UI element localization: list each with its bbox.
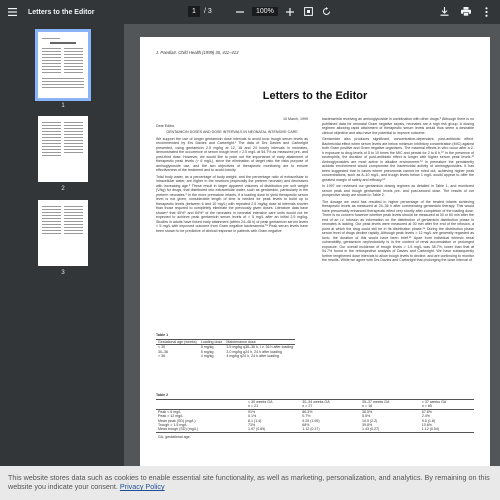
letter-heading: GENTAMICIN DOSES AND DOSE INTERVALS IN N… — [166, 130, 298, 134]
rotate-icon[interactable] — [321, 6, 332, 17]
table-header: > 37 weeks GA n = 65 — [419, 399, 474, 410]
salutation: Dear Editor, — [156, 123, 175, 128]
page-thumbnail-3[interactable] — [38, 200, 88, 266]
document-viewer[interactable]: J. Paediatr. Child Health (1999) 35, 411… — [124, 24, 500, 466]
table-cell: > 36 — [158, 354, 166, 359]
fit-page-icon[interactable] — [303, 6, 314, 17]
paragraph: Total body water, as a percentage of bod… — [156, 174, 308, 233]
paragraph: bacteraemia receiving an aminoglycoside … — [322, 117, 474, 135]
table-2: Table 2 < 30 weeks GA n = 21 30–34 weeks… — [156, 393, 474, 440]
thumbnail-sidebar: 1 2 3 — [0, 24, 124, 466]
paragraph: Gentamicin also produces significant, co… — [322, 137, 474, 182]
zoom-in-icon[interactable] — [285, 6, 296, 17]
article-title: Letters to the Editor — [262, 90, 368, 102]
left-column: 10 March, 1999 Dear Editor, GENTAMICIN D… — [156, 117, 308, 235]
table-row: > 36 4 mg/kg 4 mg/kg q24 h, 24 h after l… — [156, 354, 295, 358]
more-options-icon[interactable] — [481, 6, 492, 17]
document-title: Letters to the Editor — [28, 8, 95, 16]
total-pages: / 3 — [204, 8, 212, 15]
table-1: Table 1 Gestational age (weeks) Loading … — [156, 333, 308, 359]
table-cell: 4 mg/kg — [200, 354, 214, 359]
table-header: 35–37 weeks GA n = 18 — [359, 399, 420, 410]
cookie-text: This website stores data such as cookies… — [8, 473, 490, 491]
page-thumbnail-1[interactable] — [35, 29, 91, 101]
thumbnail-label-1: 1 — [61, 103, 65, 109]
menu-icon[interactable] — [0, 0, 24, 24]
thumbnail-label-3: 3 — [61, 270, 65, 276]
page-thumbnail-2[interactable] — [38, 116, 88, 182]
table-cell: 4 mg/kg q24 h, 24 h after loading — [226, 354, 279, 359]
journal-reference: J. Paediatr. Child Health (1999) 35, 411… — [156, 50, 239, 55]
right-column: bacteraemia receiving an aminoglycoside … — [322, 117, 474, 265]
zoom-out-icon[interactable] — [234, 6, 245, 17]
letter-date: 10 March, 1999 — [283, 117, 308, 121]
thumbnail-label-2: 2 — [61, 186, 65, 192]
pdf-toolbar: Letters to the Editor 1 / 3 100% — [0, 0, 500, 24]
table-header: Loading dose — [198, 338, 225, 345]
right-controls — [439, 6, 492, 17]
table-header: < 30 weeks GA n = 21 — [246, 399, 301, 410]
table-caption: Table 1 — [156, 333, 169, 337]
zoom-control: 100% — [234, 6, 332, 17]
page-number-input[interactable]: 1 — [188, 6, 200, 17]
privacy-policy-link[interactable]: Privacy Policy — [120, 482, 165, 491]
zoom-level[interactable]: 100% — [252, 7, 278, 16]
table-header: Gestational age (weeks) — [156, 338, 199, 345]
paragraph: In 1997 we reviewed our gentamicin dosin… — [322, 184, 474, 197]
print-icon[interactable] — [460, 6, 471, 17]
table-header — [156, 399, 246, 410]
table-footnote: GA, gestational age. — [156, 431, 474, 440]
table-header: 30–34 weeks GA n = 27 — [300, 399, 360, 410]
paragraph: We support the use of longer gentamicin … — [156, 136, 308, 173]
cookie-banner: This website stores data such as cookies… — [0, 466, 500, 500]
download-icon[interactable] — [439, 6, 450, 17]
pdf-page-1: J. Paediatr. Child Health (1999) 35, 411… — [140, 37, 490, 466]
table-caption: Table 2 — [156, 393, 169, 397]
paragraph: The dosage we used has resulted in highe… — [322, 199, 474, 263]
page-control: 1 / 3 — [188, 6, 212, 17]
